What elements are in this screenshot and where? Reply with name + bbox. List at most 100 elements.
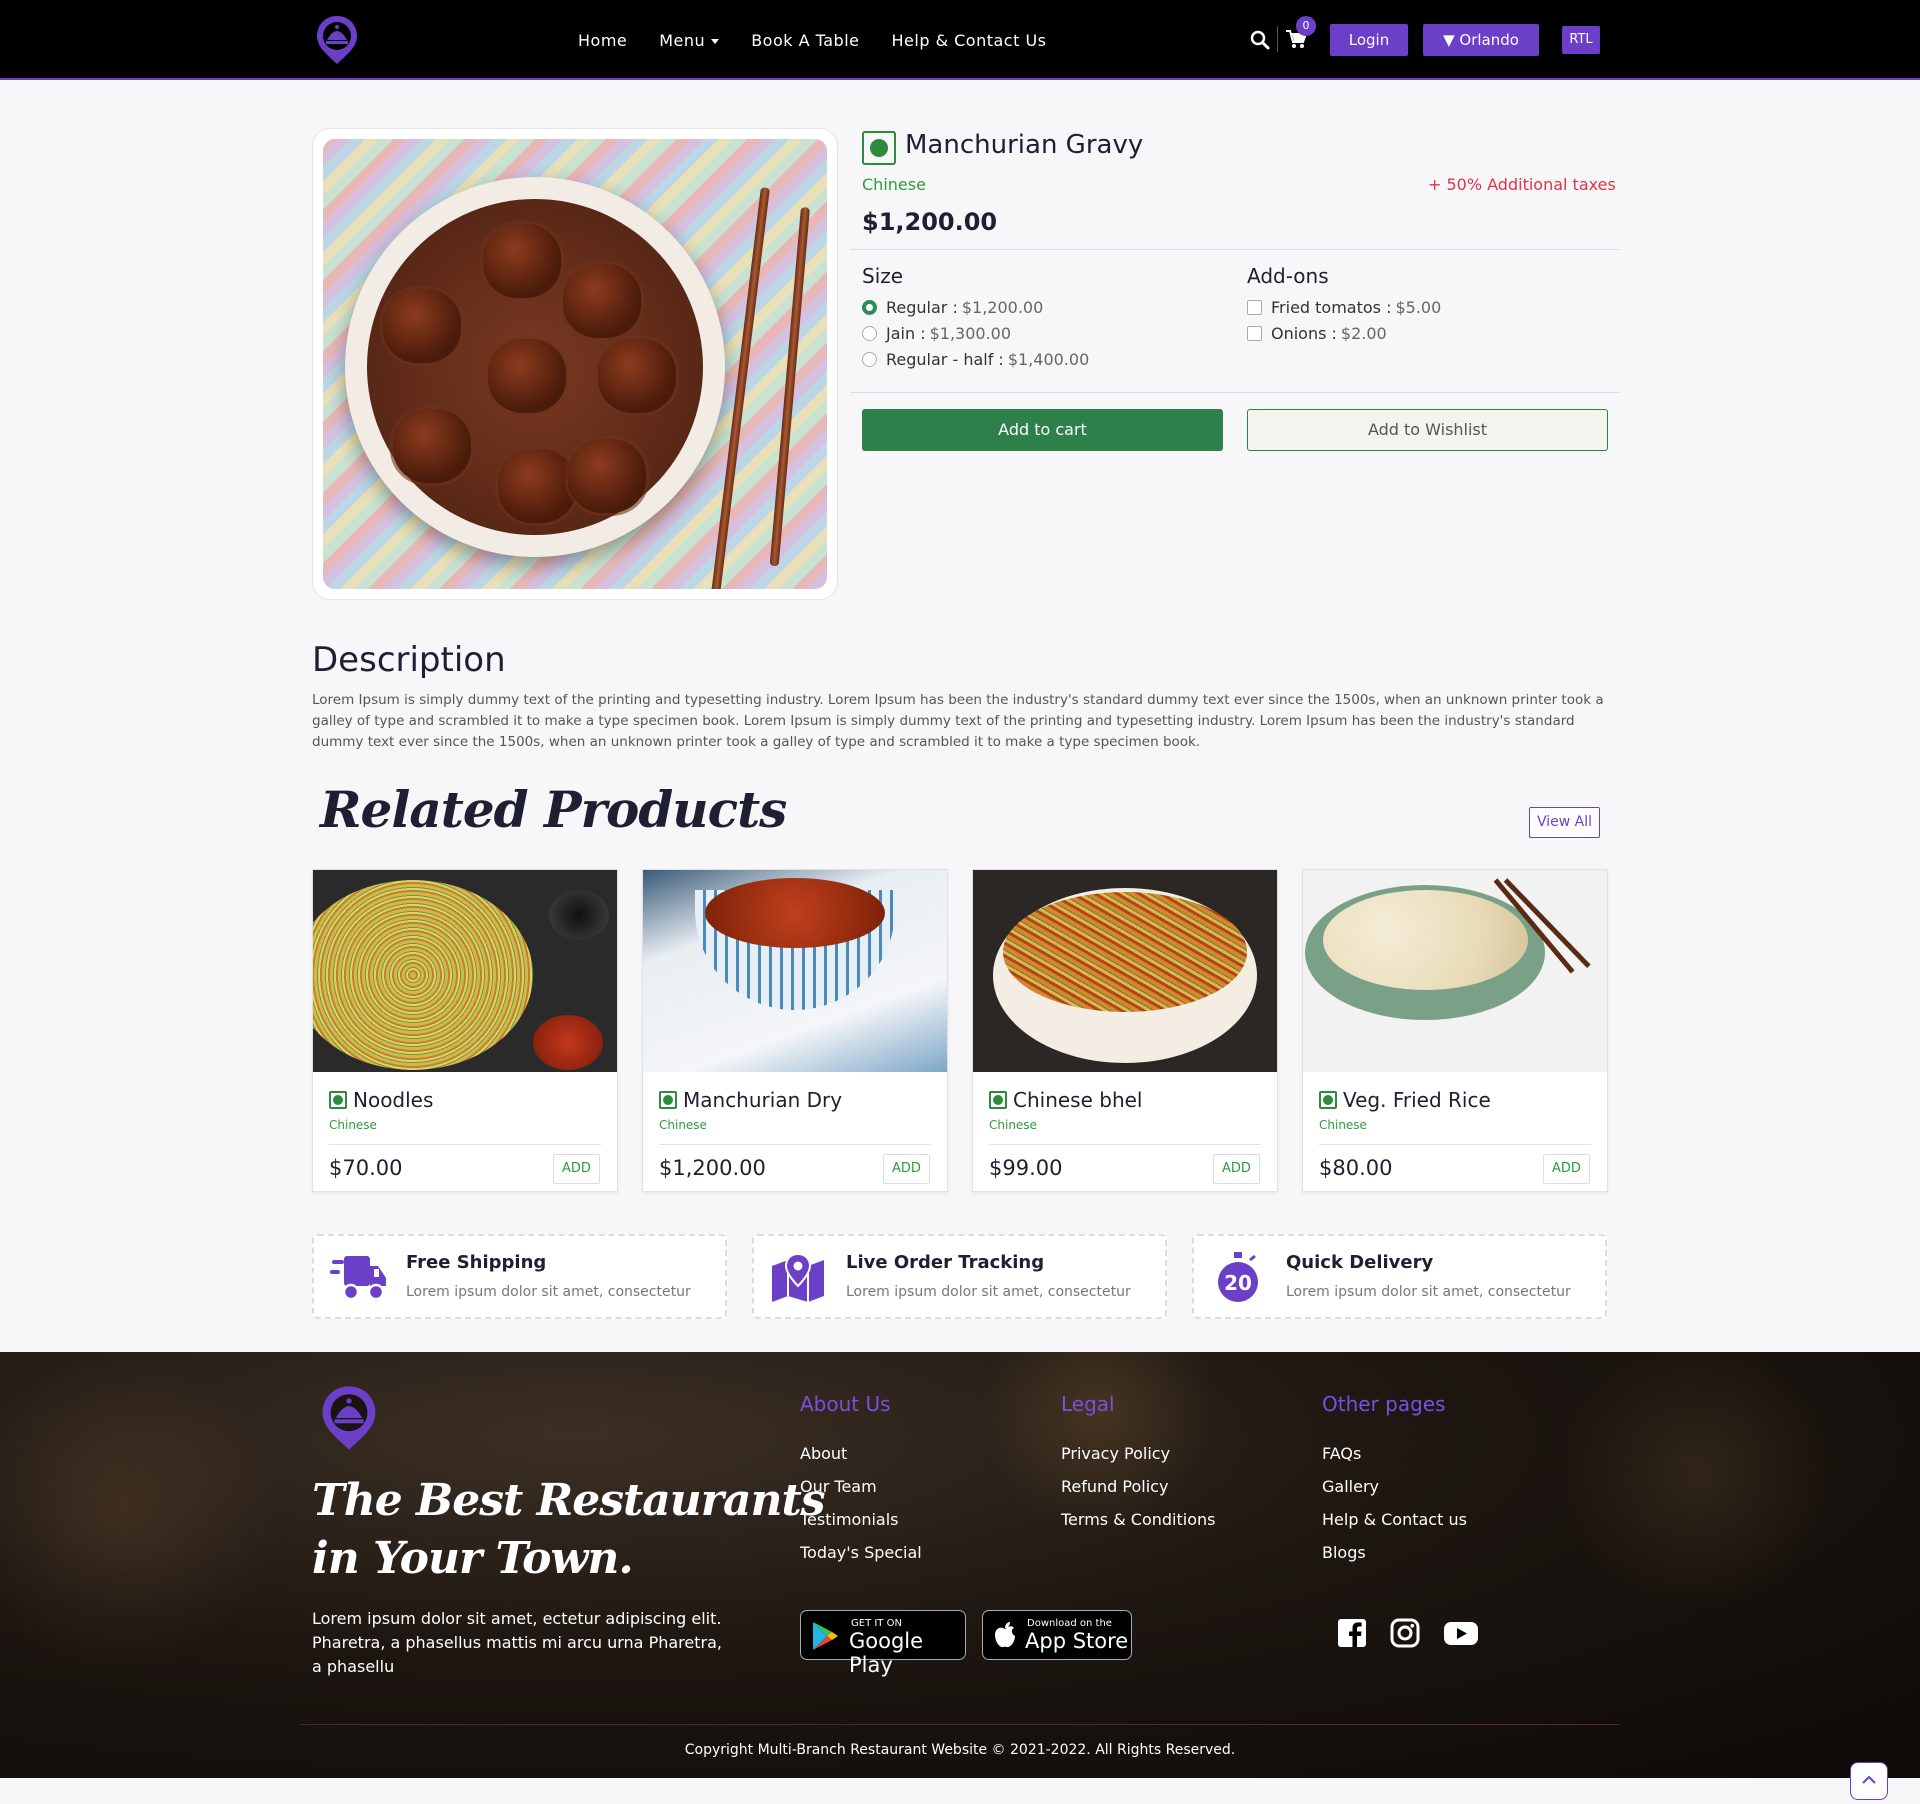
divider [989,1144,1261,1145]
add-button[interactable]: ADD [883,1154,930,1184]
add-button[interactable]: ADD [1213,1154,1260,1184]
nav-divider [1277,26,1278,52]
product-image [323,139,827,589]
search-icon[interactable] [1250,30,1270,50]
instagram-icon[interactable] [1390,1618,1420,1648]
nav-book-table-link[interactable]: Book A Table [751,31,859,50]
product-card-chinese-bhel[interactable]: Chinese bhel Chinese $99.00 ADD [972,869,1278,1192]
radio-unselected[interactable] [862,352,877,367]
feature-title: Quick Delivery [1286,1252,1434,1273]
size-option-jain[interactable]: Jain : $1,300.00 [862,324,1011,343]
footer-link-todays-special[interactable]: Today's Special [800,1543,922,1562]
rtl-toggle-button[interactable]: RTL [1562,26,1600,54]
checkbox[interactable] [1247,326,1262,341]
product-card-category: Chinese [1319,1118,1367,1132]
restaurant-logo-icon[interactable] [315,14,359,66]
top-navbar: Home Menu Book A Table Help & Contact Us… [0,0,1920,80]
view-all-button[interactable]: View All [1529,807,1600,838]
product-card-image[interactable] [313,870,617,1072]
product-title: Manchurian Gravy [905,130,1144,160]
product-card-name[interactable]: Noodles [353,1088,433,1112]
size-label: Regular : [886,298,958,317]
restaurant-logo-icon[interactable] [320,1382,378,1454]
footer-link-terms[interactable]: Terms & Conditions [1061,1510,1215,1529]
addon-onions[interactable]: Onions : $2.00 [1247,324,1387,343]
divider [1319,1144,1591,1145]
manchurian-ball [488,339,566,413]
product-card-image[interactable] [643,870,947,1072]
product-image-card [312,128,838,600]
google-play-badge[interactable]: GET IT ON Google Play [800,1610,966,1677]
back-to-top-button[interactable] [1850,1762,1888,1800]
footer-link-privacy-policy[interactable]: Privacy Policy [1061,1444,1170,1463]
product-card-name[interactable]: Veg. Fried Rice [1343,1088,1491,1112]
map-marker-icon: ▼ [1443,31,1455,49]
product-card-price: $1,200.00 [659,1156,766,1180]
product-card-name[interactable]: Manchurian Dry [683,1088,842,1112]
google-play-icon [813,1622,838,1650]
footer-link-testimonials[interactable]: Testimonials [800,1510,899,1529]
stopwatch-icon: 20 [1218,1252,1258,1302]
footer-link-about[interactable]: About [800,1444,847,1463]
footer-link-refund-policy[interactable]: Refund Policy [1061,1477,1168,1496]
product-card-category: Chinese [659,1118,707,1132]
footer-link-help-contact[interactable]: Help & Contact us [1322,1510,1467,1529]
size-option-regular[interactable]: Regular : $1,200.00 [862,298,1043,317]
app-store-badge[interactable]: Download on the App Store [982,1610,1132,1660]
veg-indicator-icon [329,1091,347,1109]
manchurian-ball [568,439,646,513]
footer-link-our-team[interactable]: Our Team [800,1477,877,1496]
footer-link-faqs[interactable]: FAQs [1322,1444,1361,1463]
description-heading: Description [312,640,506,680]
facebook-icon[interactable] [1337,1618,1367,1648]
add-to-wishlist-button[interactable]: Add to Wishlist [1247,409,1608,451]
manchurian-ball [383,289,461,363]
apple-icon [995,1622,1015,1648]
chevron-up-icon [1862,1775,1876,1784]
manchurian-ball [563,264,641,338]
product-card-category: Chinese [329,1118,377,1132]
radio-unselected[interactable] [862,326,877,341]
size-price: $1,300.00 [929,324,1012,343]
add-button[interactable]: ADD [553,1154,600,1184]
product-card-noodles[interactable]: Noodles Chinese $70.00 ADD [312,869,618,1192]
product-card-price: $99.00 [989,1156,1063,1180]
location-label: Orlando [1459,31,1519,49]
feature-text: Lorem ipsum dolor sit amet, consectetur [1286,1284,1571,1300]
nav-home-link[interactable]: Home [578,31,627,50]
veg-indicator-icon [659,1091,677,1109]
product-card-image[interactable] [973,870,1277,1072]
footer-link-blogs[interactable]: Blogs [1322,1543,1366,1562]
checkbox[interactable] [1247,300,1262,315]
product-card-name[interactable]: Chinese bhel [1013,1088,1143,1112]
product-card-image[interactable] [1303,870,1607,1072]
manchurian-ball [393,409,471,483]
feature-live-order-tracking: Live Order Tracking Lorem ipsum dolor si… [752,1234,1167,1319]
truck-icon [330,1256,386,1301]
radio-selected[interactable] [862,300,877,315]
footer-divider [300,1724,1620,1725]
veg-indicator-icon [1319,1091,1337,1109]
feature-free-shipping: Free Shipping Lorem ipsum dolor sit amet… [312,1234,727,1319]
product-price: $1,200.00 [862,208,998,236]
sauce-bowl [533,1015,603,1070]
description-text: Lorem Ipsum is simply dummy text of the … [312,692,1604,750]
location-button[interactable]: ▼ Orlando [1423,24,1539,56]
product-card-manchurian-dry[interactable]: Manchurian Dry Chinese $1,200.00 ADD [642,869,948,1192]
addon-fried-tomatos[interactable]: Fried tomatos : $5.00 [1247,298,1441,317]
badge-big-text: Google Play [849,1629,924,1677]
tagline-line: in Your Town. [312,1533,634,1584]
add-to-cart-button[interactable]: Add to cart [862,409,1223,451]
nav-menu-dropdown[interactable]: Menu [659,31,720,50]
divider [329,1144,601,1145]
product-card-veg-fried-rice[interactable]: Veg. Fried Rice Chinese $80.00 ADD [1302,869,1608,1192]
youtube-icon[interactable] [1443,1618,1479,1648]
noodle-plate [313,880,533,1070]
addon-label: Onions : [1271,324,1337,343]
size-price: $1,200.00 [961,298,1044,317]
nav-help-contact-link[interactable]: Help & Contact Us [892,31,1047,50]
size-option-regular-half[interactable]: Regular - half : $1,400.00 [862,350,1089,369]
login-button[interactable]: Login [1330,24,1408,56]
add-button[interactable]: ADD [1543,1154,1590,1184]
footer-link-gallery[interactable]: Gallery [1322,1477,1379,1496]
